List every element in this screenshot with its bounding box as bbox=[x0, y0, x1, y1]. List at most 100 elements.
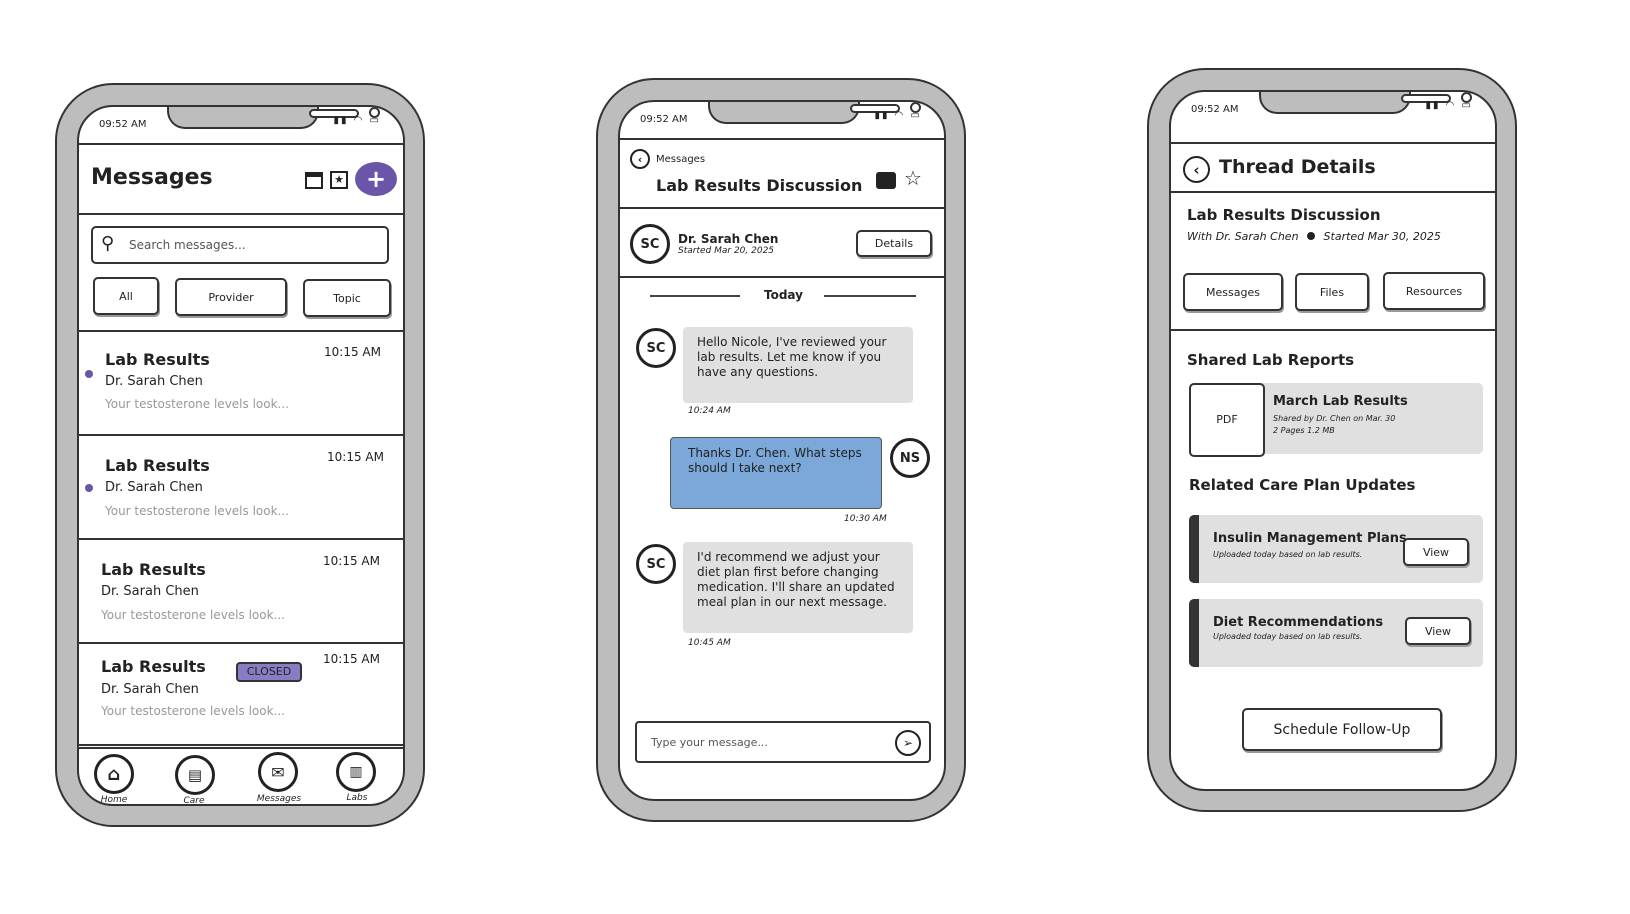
filter-topic[interactable]: Topic bbox=[303, 279, 391, 317]
search-icon: ⚲ bbox=[101, 233, 115, 254]
message-time: 10:15 AM bbox=[323, 554, 380, 568]
update-title: Insulin Management Plans bbox=[1213, 531, 1407, 546]
message-list: Lab Results Dr. Sarah Chen Your testoste… bbox=[79, 332, 403, 746]
provider-name: Dr. Sarah Chen bbox=[678, 232, 779, 246]
message-sender: Dr. Sarah Chen bbox=[101, 682, 199, 697]
thread-title: Lab Results Discussion bbox=[656, 176, 863, 195]
details-button[interactable]: Details bbox=[856, 230, 932, 257]
notch bbox=[1259, 92, 1472, 114]
nav-labs-label: Labs bbox=[346, 793, 368, 803]
nav-home-icon[interactable]: ⌂ bbox=[94, 754, 134, 794]
report-card[interactable]: PDF March Lab Results Shared by Dr. Chen… bbox=[1189, 383, 1483, 457]
divider-line bbox=[824, 295, 916, 297]
message-placeholder: Type your message... bbox=[651, 736, 768, 749]
message-title: Lab Results bbox=[101, 560, 206, 579]
filter-provider[interactable]: Provider bbox=[175, 278, 287, 316]
message-item[interactable]: Lab Results Dr. Sarah Chen Your testoste… bbox=[79, 540, 403, 644]
report-shared: Shared by Dr. Chen on Mar. 30 bbox=[1273, 414, 1396, 423]
filter-all[interactable]: All bbox=[93, 277, 159, 315]
message-title: Lab Results bbox=[101, 657, 206, 676]
thread-screen: 09:52 AM ▮▮ ◠ ▭ ‹ Messages Lab Results D… bbox=[618, 100, 946, 801]
message-sender: Dr. Sarah Chen bbox=[101, 584, 199, 599]
message-item[interactable]: Lab Results Dr. Sarah Chen Your testoste… bbox=[79, 436, 403, 540]
page-title: Messages bbox=[91, 165, 213, 190]
phone-details: 09:52 AM ▮▮ ◠ ▭ ‹ Thread Details Lab Res… bbox=[1147, 68, 1517, 812]
sent-message: Thanks Dr. Chen. What steps should I tak… bbox=[670, 437, 882, 509]
message-time: 10:24 AM bbox=[688, 406, 731, 416]
star-icon[interactable]: ☆ bbox=[904, 166, 922, 190]
tab-messages[interactable]: Messages bbox=[1183, 273, 1283, 311]
thread-started: Started Mar 30, 2025 bbox=[1323, 230, 1441, 243]
status-time: 09:52 AM bbox=[640, 114, 688, 125]
search-placeholder: Search messages... bbox=[129, 238, 246, 252]
nav-home-label: Home bbox=[100, 795, 128, 805]
care-update-card: Diet Recommendations Uploaded today base… bbox=[1189, 599, 1483, 667]
divider-line bbox=[650, 295, 740, 297]
message-time: 10:15 AM bbox=[323, 652, 380, 666]
message-input[interactable]: Type your message... ➢ bbox=[635, 721, 931, 763]
back-icon[interactable]: ‹ bbox=[630, 149, 650, 169]
archive-icon[interactable] bbox=[305, 172, 323, 189]
phone-thread: 09:52 AM ▮▮ ◠ ▭ ‹ Messages Lab Results D… bbox=[596, 78, 966, 822]
phone-inbox: 09:52 AM ▮▮ ◠ ▭ Messages ★ + ⚲ Search me… bbox=[55, 83, 425, 827]
thread-with: With Dr. Sarah Chen bbox=[1187, 230, 1299, 243]
inbox-icon[interactable] bbox=[876, 172, 896, 189]
message-time: 10:30 AM bbox=[844, 514, 887, 524]
tab-files[interactable]: Files bbox=[1295, 273, 1369, 311]
provider-avatar: SC bbox=[630, 224, 670, 264]
search-input[interactable]: ⚲ Search messages... bbox=[91, 226, 389, 264]
thread-meta: With Dr. Sarah Chen Started Mar 30, 2025 bbox=[1187, 230, 1441, 243]
message-time: 10:45 AM bbox=[688, 638, 731, 648]
schedule-follow-up-button[interactable]: Schedule Follow-Up bbox=[1242, 708, 1442, 751]
message-title: Lab Results bbox=[105, 456, 210, 475]
thread-title: Lab Results Discussion bbox=[1187, 206, 1381, 224]
care-update-card: Insulin Management Plans Uploaded today … bbox=[1189, 515, 1483, 583]
inbox-screen: 09:52 AM ▮▮ ◠ ▭ Messages ★ + ⚲ Search me… bbox=[77, 105, 405, 806]
message-item[interactable]: Lab Results Dr. Sarah Chen Your testoste… bbox=[79, 332, 403, 436]
received-message: Hello Nicole, I've reviewed your lab res… bbox=[683, 327, 913, 403]
sender-avatar: SC bbox=[636, 544, 676, 584]
back-icon[interactable]: ‹ bbox=[1183, 156, 1210, 183]
message-preview: Your testosterone levels look... bbox=[105, 504, 289, 518]
date-divider: Today bbox=[764, 288, 803, 302]
message-item[interactable]: Lab Results CLOSED Dr. Sarah Chen Your t… bbox=[79, 642, 403, 746]
received-message: I'd recommend we adjust your diet plan f… bbox=[683, 542, 913, 633]
nav-care-icon[interactable]: ▤ bbox=[175, 755, 215, 795]
nav-messages-label: Messages bbox=[256, 794, 302, 804]
report-title: March Lab Results bbox=[1273, 394, 1408, 409]
separator-dot bbox=[1307, 232, 1316, 240]
details-screen: 09:52 AM ▮▮ ◠ ▭ ‹ Thread Details Lab Res… bbox=[1169, 90, 1497, 791]
page-title: Thread Details bbox=[1219, 156, 1376, 178]
new-message-icon[interactable]: + bbox=[355, 162, 397, 196]
message-sender: Dr. Sarah Chen bbox=[105, 374, 203, 389]
status-time: 09:52 AM bbox=[1191, 104, 1239, 115]
message-preview: Your testosterone levels look... bbox=[101, 704, 285, 718]
message-preview: Your testosterone levels look... bbox=[105, 397, 289, 411]
update-title: Diet Recommendations bbox=[1213, 615, 1384, 630]
view-button[interactable]: View bbox=[1405, 617, 1471, 645]
message-title: Lab Results bbox=[105, 350, 210, 369]
message-time: 10:15 AM bbox=[327, 450, 384, 464]
status-icons: ▮▮ ◠ ▭ bbox=[333, 115, 381, 126]
unread-dot bbox=[85, 370, 93, 378]
starred-icon[interactable]: ★ bbox=[330, 171, 348, 189]
send-icon[interactable]: ➢ bbox=[895, 730, 921, 756]
pdf-thumbnail: PDF bbox=[1189, 383, 1265, 457]
nav-labs-icon[interactable]: ▥ bbox=[336, 752, 376, 792]
user-avatar: NS bbox=[890, 438, 930, 478]
notch bbox=[167, 107, 380, 129]
thread-started: Started Mar 20, 2025 bbox=[678, 246, 775, 256]
unread-dot bbox=[85, 484, 93, 492]
report-meta: 2 Pages 1.2 MB bbox=[1273, 426, 1335, 435]
nav-messages-icon[interactable]: ✉ bbox=[258, 752, 298, 792]
nav-care-label: Care bbox=[183, 796, 205, 806]
status-badge: CLOSED bbox=[236, 662, 302, 682]
care-updates-heading: Related Care Plan Updates bbox=[1189, 476, 1416, 494]
update-subtitle: Uploaded today based on lab results. bbox=[1213, 632, 1363, 641]
back-link[interactable]: Messages bbox=[656, 154, 705, 165]
view-button[interactable]: View bbox=[1403, 538, 1469, 566]
message-sender: Dr. Sarah Chen bbox=[105, 480, 203, 495]
message-preview: Your testosterone levels look... bbox=[101, 608, 285, 622]
tab-resources[interactable]: Resources bbox=[1383, 272, 1485, 310]
status-time: 09:52 AM bbox=[99, 119, 147, 130]
